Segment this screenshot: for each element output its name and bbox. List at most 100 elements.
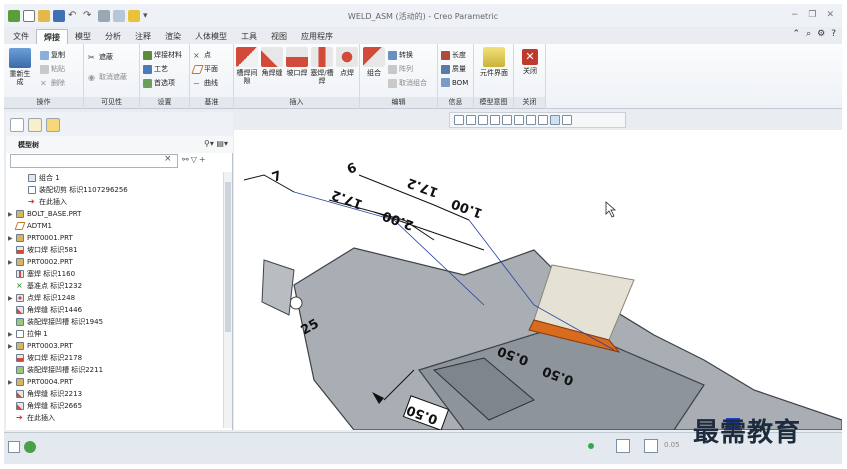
tree-row[interactable]: ▶ PRT0003.PRT xyxy=(8,340,73,352)
curve-button[interactable]: ∼ 曲线 xyxy=(193,78,218,88)
selection-filter-icon[interactable] xyxy=(644,439,658,453)
tab-applications[interactable]: 应用程序 xyxy=(294,29,340,44)
view-manager-icon[interactable] xyxy=(526,115,536,125)
annotation-display-icon[interactable] xyxy=(550,115,560,125)
tree-row[interactable]: 角焊缝 标识2665 xyxy=(8,400,82,412)
group-button[interactable]: 组合 xyxy=(362,47,386,77)
zoom-out-icon[interactable] xyxy=(478,115,488,125)
close-button[interactable]: ✕ 关闭 xyxy=(518,47,542,75)
graphics-viewport[interactable]: 7 6 17.2 17.2 2.00 1.00 25 0.50 0.50 0.5… xyxy=(234,130,842,430)
filter-icon[interactable]: ▽ xyxy=(191,155,199,164)
tree-row[interactable]: 坡口焊 标识2178 xyxy=(8,352,82,364)
tree-scrollbar[interactable] xyxy=(223,172,232,428)
unhide-button[interactable]: ◉ 取消遮蔽 xyxy=(88,72,127,82)
help-icon[interactable]: ? xyxy=(831,29,836,39)
fillet-weld-button[interactable]: 角焊缝 xyxy=(260,47,284,77)
display-style-icon[interactable] xyxy=(502,115,512,125)
expand-icon[interactable]: ▶ xyxy=(8,295,16,302)
settings-icon[interactable]: ⚙ xyxy=(817,29,825,39)
tree-row[interactable]: 角焊缝 标识1446 xyxy=(8,304,82,316)
bevel-weld-button[interactable]: 坡口焊 xyxy=(285,47,309,77)
tree-row[interactable]: 塞焊 标识1160 xyxy=(8,268,75,280)
tab-model[interactable]: 模型 xyxy=(68,29,98,44)
tree-row[interactable]: ▶ 拉伸 1 xyxy=(8,328,48,340)
tree-row[interactable]: ➔ 在此插入 xyxy=(8,196,67,208)
tab-view[interactable]: 视图 xyxy=(264,29,294,44)
bom-button[interactable]: BOM xyxy=(441,78,468,87)
tree-row[interactable]: 组合 1 xyxy=(8,172,60,184)
browser-toggle-icon[interactable] xyxy=(24,441,36,453)
spin-center-icon[interactable] xyxy=(562,115,572,125)
pattern-button[interactable]: 阵列 xyxy=(388,64,413,74)
delete-button[interactable]: ✕ 删除 xyxy=(40,78,65,88)
tree-row[interactable]: 装配焊接凹槽 标识1945 xyxy=(8,316,103,328)
tree-row[interactable]: ▶ PRT0001.PRT xyxy=(8,232,73,244)
tab-analysis[interactable]: 分析 xyxy=(98,29,128,44)
search-icon[interactable]: ⌕ xyxy=(806,29,811,39)
copy-button[interactable]: 复制 xyxy=(40,50,65,60)
tab-tools[interactable]: 工具 xyxy=(234,29,264,44)
length-button[interactable]: 长度 xyxy=(441,50,466,60)
spot-weld-button[interactable]: 点焊 xyxy=(335,47,359,77)
expand-icon[interactable]: ▶ xyxy=(8,259,16,266)
tree-row[interactable]: 装配焊接凹槽 标识2211 xyxy=(8,364,103,376)
tree-search-input[interactable] xyxy=(10,154,178,168)
process-button[interactable]: 工艺 xyxy=(143,64,168,74)
tree-row[interactable]: ▶ PRT0004.PRT xyxy=(8,376,73,388)
navigator-toggle-icon[interactable] xyxy=(8,441,20,453)
refit-icon[interactable] xyxy=(454,115,464,125)
tree-item-label: 塞焊 标识1160 xyxy=(27,270,76,278)
regenerate-button[interactable]: 重新生成 xyxy=(7,48,33,86)
tab-annotate[interactable]: 注释 xyxy=(128,29,158,44)
tree-columns-icon[interactable]: ▤▾ xyxy=(216,139,228,148)
ungroup-button[interactable]: 取消组合 xyxy=(388,78,427,88)
plane-button[interactable]: 平面 xyxy=(191,64,218,74)
find-model-icon[interactable] xyxy=(616,439,630,453)
tree-row[interactable]: ADTM1 xyxy=(8,220,52,232)
groove-weld-button[interactable]: 槽焊间隙 xyxy=(235,47,259,85)
tab-file[interactable]: 文件 xyxy=(6,29,36,44)
zoom-in-icon[interactable] xyxy=(466,115,476,125)
scrollbar-thumb[interactable] xyxy=(225,182,231,332)
expand-icon[interactable]: ▶ xyxy=(8,331,16,338)
tree-row[interactable]: × 基准点 标识1232 xyxy=(8,280,82,292)
tab-weld[interactable]: 焊接 xyxy=(36,29,68,44)
collapse-ribbon-icon[interactable]: ⌃ xyxy=(793,29,801,39)
tab-render[interactable]: 渲染 xyxy=(158,29,188,44)
tree-row[interactable]: 装配切剪 标识1107296256 xyxy=(8,184,128,196)
restore-icon[interactable]: ❐ xyxy=(808,10,816,20)
tree-row[interactable]: 坡口焊 标识581 xyxy=(8,244,78,256)
expand-icon[interactable]: ▶ xyxy=(8,211,16,218)
paste-button[interactable]: 粘贴 xyxy=(40,64,65,74)
convert-button[interactable]: 转换 xyxy=(388,50,413,60)
expand-icon[interactable]: ▶ xyxy=(8,379,16,386)
groove-weld-label: 槽焊间隙 xyxy=(236,69,258,85)
point-button[interactable]: × 点 xyxy=(193,50,211,60)
tree-settings-icon[interactable]: ⚲▾ xyxy=(204,139,214,148)
hide-button[interactable]: ✂ 遮蔽 xyxy=(88,52,113,62)
tree-row[interactable]: ▶ 点焊 标识1248 xyxy=(8,292,75,304)
favorites-tab-icon[interactable] xyxy=(46,118,60,132)
element-interface-button[interactable]: 元件界面 xyxy=(479,47,509,77)
preference-button[interactable]: 首选项 xyxy=(143,78,175,88)
close-icon[interactable]: ✕ xyxy=(826,10,834,20)
tree-row[interactable]: 角焊缝 标识2213 xyxy=(8,388,82,400)
weld-material-button[interactable]: 焊接材料 xyxy=(143,50,182,60)
add-icon[interactable]: + xyxy=(199,155,208,164)
tree-row[interactable]: ➔ 在此插入 xyxy=(8,412,55,424)
folder-browser-tab-icon[interactable] xyxy=(28,118,42,132)
find-icon[interactable]: ⚯ xyxy=(182,155,191,164)
expand-icon[interactable]: ▶ xyxy=(8,235,16,242)
datum-display-icon[interactable] xyxy=(538,115,548,125)
expand-icon[interactable]: ▶ xyxy=(8,343,16,350)
mass-button[interactable]: 质量 xyxy=(441,64,466,74)
saved-orientations-icon[interactable] xyxy=(514,115,524,125)
tree-row[interactable]: ▶ PRT0002.PRT xyxy=(8,256,73,268)
clear-search-icon[interactable]: × xyxy=(164,154,172,164)
tree-row[interactable]: ▶ BOLT_BASE.PRT xyxy=(8,208,81,220)
model-tree-tab-icon[interactable] xyxy=(10,118,24,132)
tab-manikin[interactable]: 人体模型 xyxy=(188,29,234,44)
repaint-icon[interactable] xyxy=(490,115,500,125)
plug-weld-button[interactable]: 塞焊/槽焊 xyxy=(310,47,334,85)
minimize-icon[interactable]: − xyxy=(791,10,799,20)
